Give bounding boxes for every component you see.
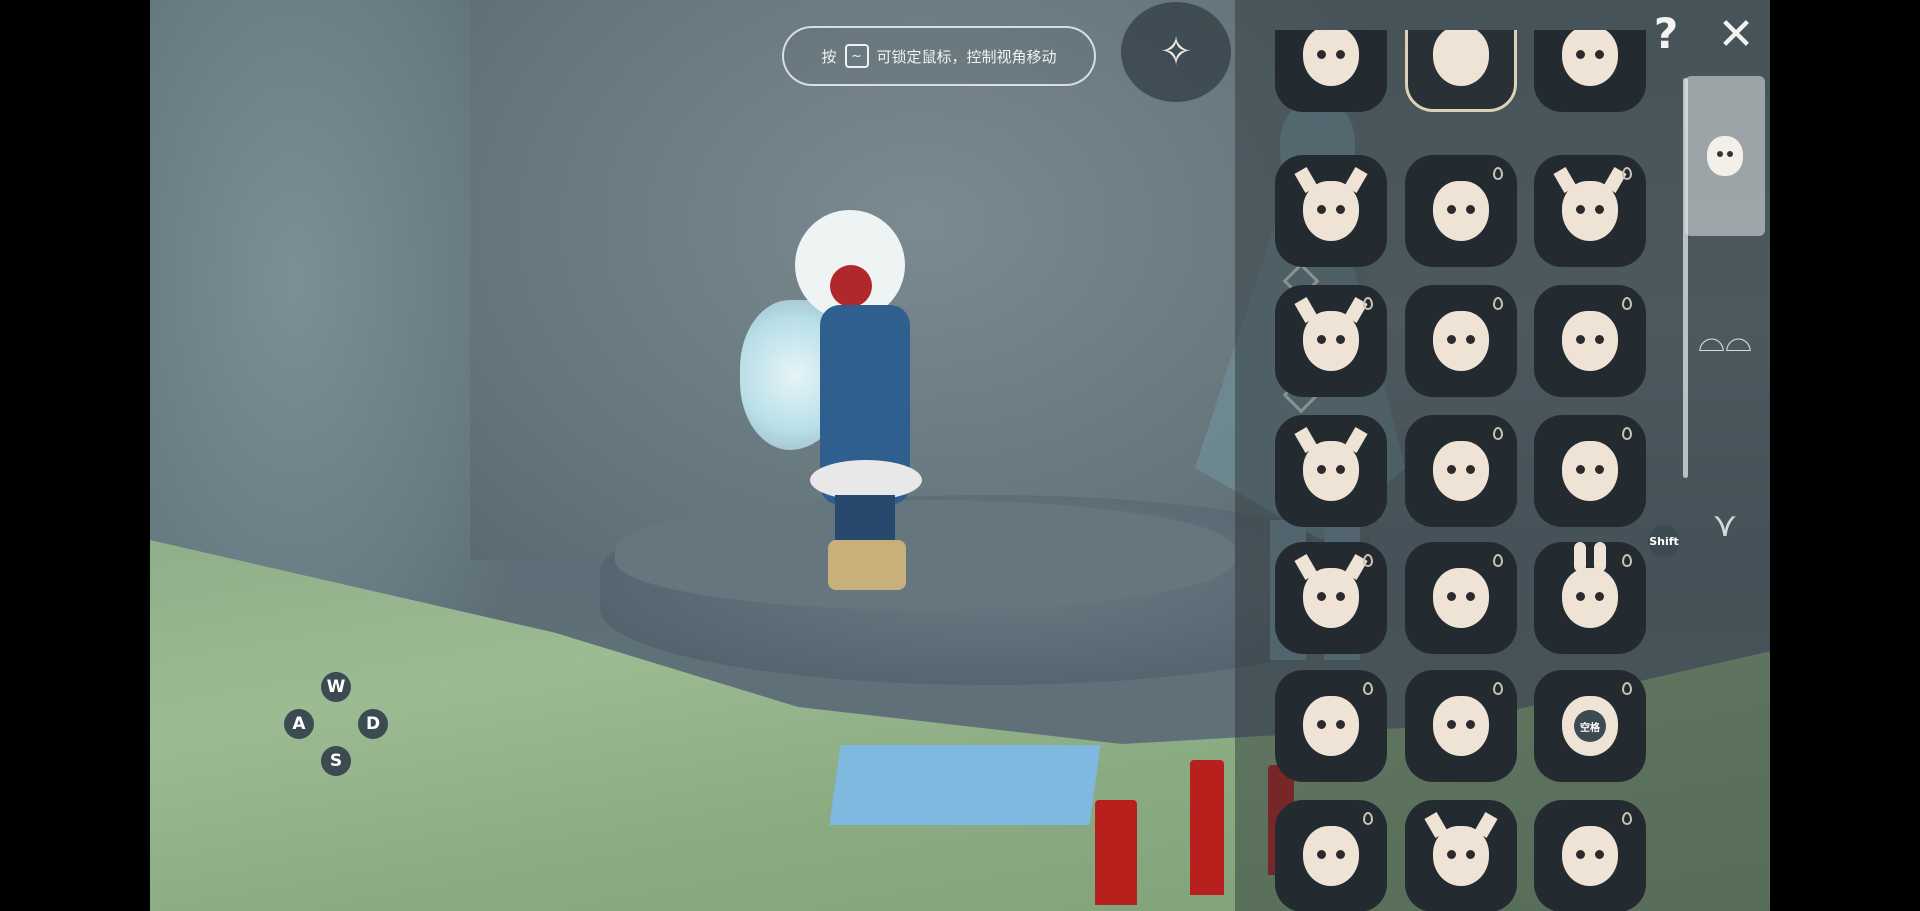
mask-slot[interactable]: [1534, 155, 1646, 267]
candle-drop-icon: [1493, 297, 1503, 310]
mask-slot[interactable]: [1534, 415, 1646, 527]
tab-accessory[interactable]: ⌓⌓: [1685, 260, 1765, 420]
red-candle[interactable]: [1095, 800, 1137, 905]
candle-drop-icon: [1622, 812, 1632, 825]
necklace-icon: ⋎: [1712, 505, 1738, 545]
mask-horned-icon: [1433, 826, 1489, 886]
candle-drop-icon: [1363, 297, 1373, 310]
close-button[interactable]: ✕: [1716, 9, 1756, 60]
mask-slot[interactable]: [1405, 30, 1517, 112]
candle-drop-icon: [1493, 554, 1503, 567]
key-w: W: [321, 672, 351, 702]
hint-text: 可锁定鼠标，控制视角移动: [876, 47, 1057, 66]
mask-slot[interactable]: [1275, 800, 1387, 911]
mask-slot[interactable]: [1405, 800, 1517, 911]
mask-slot[interactable]: [1275, 670, 1387, 782]
tilde-key-icon: ~: [844, 44, 869, 68]
mask-slot[interactable]: [1534, 30, 1646, 112]
mask-round-icon: [1562, 311, 1618, 371]
candle-drop-icon: [1622, 554, 1632, 567]
candle-drop-icon: [1622, 297, 1632, 310]
mask-slot[interactable]: [1534, 800, 1646, 911]
mask-slot[interactable]: [1534, 285, 1646, 397]
tab-necklace[interactable]: ⋎: [1685, 445, 1765, 605]
mask-slot[interactable]: [1534, 542, 1646, 654]
space-key-badge: 空格: [1574, 710, 1606, 742]
letterbox-left: [0, 0, 150, 911]
mask-slot[interactable]: [1275, 285, 1387, 397]
mask-horned-icon: [1303, 568, 1359, 628]
glasses-icon: ⌓⌓: [1698, 320, 1752, 360]
hint-prefix: 按: [821, 47, 837, 66]
mask-horned-icon: [1303, 441, 1359, 501]
mask-round-icon: [1303, 30, 1359, 86]
candle-drop-icon: [1622, 427, 1632, 440]
camera-lock-hint: 按 ~ 可锁定鼠标，控制视角移动: [782, 26, 1096, 86]
mask-round-icon: [1433, 568, 1489, 628]
candle-drop-icon: [1622, 167, 1632, 180]
mask-round-icon: [1562, 826, 1618, 886]
player-character[interactable]: [740, 210, 922, 590]
mask-sleep-icon: [1433, 30, 1489, 86]
candle-drop-icon: [1363, 554, 1373, 567]
key-s: S: [321, 746, 351, 776]
letterbox-right: [1770, 0, 1920, 911]
mask-round-icon: [1433, 696, 1489, 756]
candle-drop-icon: [1363, 812, 1373, 825]
mask-slot[interactable]: [1275, 542, 1387, 654]
mask-slot[interactable]: [1405, 415, 1517, 527]
mask-grid[interactable]: 空格: [1275, 30, 1655, 911]
candle-drop-icon: [1363, 682, 1373, 695]
mask-icon: [1707, 136, 1743, 176]
mask-slot[interactable]: [1275, 30, 1387, 112]
player-boots: [828, 540, 906, 590]
mask-round-icon: [1433, 311, 1489, 371]
mask-round-icon: [1562, 441, 1618, 501]
stone-platform-top: [615, 500, 1235, 610]
mask-diamond-icon: [1433, 181, 1489, 241]
mask-horned-icon: [1303, 181, 1359, 241]
mask-horned-icon: [1562, 181, 1618, 241]
mask-slot[interactable]: [1275, 155, 1387, 267]
mask-slot[interactable]: [1275, 415, 1387, 527]
mask-round-icon: [1303, 826, 1359, 886]
mask-round-icon: [1433, 441, 1489, 501]
shift-key-badge: Shift: [1648, 525, 1680, 557]
mask-slot[interactable]: [1405, 285, 1517, 397]
emote-sparkle-icon[interactable]: ✧: [1121, 2, 1231, 102]
mask-round-icon: [1303, 696, 1359, 756]
candle-drop-icon: [1622, 682, 1632, 695]
closet-tabs: ⌓⌓ ⋎: [1685, 60, 1765, 911]
key-d: D: [358, 709, 388, 739]
player-hair-bow: [830, 265, 872, 307]
mask-slot[interactable]: [1405, 542, 1517, 654]
red-candle[interactable]: [1190, 760, 1224, 895]
candle-drop-icon: [1493, 167, 1503, 180]
key-a: A: [284, 709, 314, 739]
mask-slot[interactable]: [1405, 670, 1517, 782]
tab-mask[interactable]: [1685, 76, 1765, 236]
candle-drop-icon: [1493, 682, 1503, 695]
water-pool: [829, 745, 1101, 825]
player-fur-trim: [810, 460, 922, 500]
mask-stitched-icon: [1562, 30, 1618, 86]
mask-ears-icon: [1562, 542, 1618, 628]
mask-horned-icon: [1303, 311, 1359, 371]
mask-slot[interactable]: [1405, 155, 1517, 267]
candle-drop-icon: [1493, 427, 1503, 440]
